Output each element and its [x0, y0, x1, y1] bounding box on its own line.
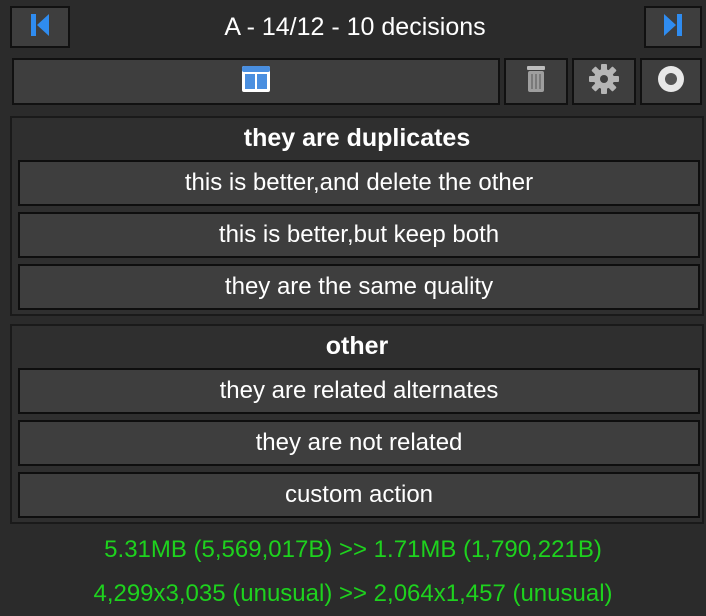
gear-icon	[588, 63, 620, 100]
trash-icon	[525, 64, 547, 99]
stop-button[interactable]	[640, 58, 702, 105]
duplicates-group: they are duplicates this is better,and d…	[10, 116, 704, 316]
side-by-side-view-icon	[241, 65, 271, 98]
other-group: other they are related alternates they a…	[10, 324, 704, 524]
settings-button[interactable]	[572, 58, 636, 105]
previous-button[interactable]	[10, 6, 70, 48]
next-button[interactable]	[644, 6, 702, 48]
page-title: A - 14/12 - 10 decisions	[224, 13, 486, 41]
related-alternates-button[interactable]: they are related alternates	[18, 368, 700, 414]
not-related-button[interactable]: they are not related	[18, 420, 700, 466]
toolbar	[12, 58, 702, 106]
duplicates-group-title: they are duplicates	[243, 124, 471, 152]
skip-to-first-icon	[29, 12, 51, 43]
file-size-comparison: 5.31MB (5,569,017B) >> 1.71MB (1,790,221…	[104, 536, 602, 563]
skip-to-last-icon	[662, 12, 684, 43]
stop-circle-icon	[656, 64, 686, 99]
duplicate-filter-panel: A - 14/12 - 10 decisions they are duplic…	[0, 0, 706, 616]
better-keep-both-button[interactable]: this is better,but keep both	[18, 212, 700, 258]
other-group-title: other	[325, 332, 389, 360]
header-bar: A - 14/12 - 10 decisions	[8, 2, 702, 52]
resolution-comparison: 4,299x3,035 (unusual) >> 2,064x1,457 (un…	[93, 580, 613, 607]
delete-button[interactable]	[504, 58, 568, 105]
better-delete-other-button[interactable]: this is better,and delete the other	[18, 160, 700, 206]
custom-action-button[interactable]: custom action	[18, 472, 700, 518]
view-side-by-side-button[interactable]	[12, 58, 500, 105]
same-quality-button[interactable]: they are the same quality	[18, 264, 700, 310]
